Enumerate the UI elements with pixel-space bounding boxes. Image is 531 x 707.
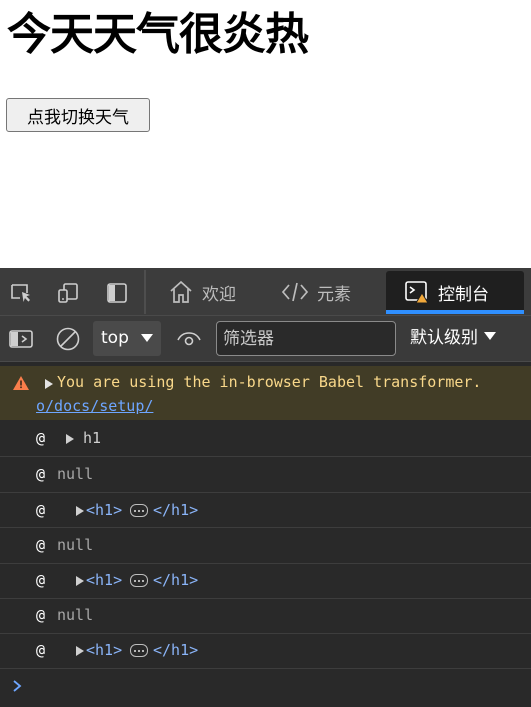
expand-triangle-icon[interactable] bbox=[45, 379, 53, 389]
show-sidebar-icon[interactable] bbox=[9, 327, 33, 351]
console-filter-input[interactable] bbox=[216, 321, 396, 356]
row-prefix: @ bbox=[36, 571, 46, 589]
console-row: @ null bbox=[0, 528, 531, 564]
tab-console[interactable]: 控制台 bbox=[386, 271, 524, 313]
tag-open: <h1> bbox=[86, 571, 123, 589]
row-prefix: @ bbox=[36, 465, 46, 483]
tag-close: </h1> bbox=[153, 641, 199, 659]
devtools-panel: 欢迎 元素 控制台 top 默认级别 bbox=[0, 268, 531, 707]
chevron-down-icon bbox=[141, 334, 153, 342]
tag-close: </h1> bbox=[153, 571, 199, 589]
chevron-down-icon bbox=[484, 332, 496, 340]
row-prefix: @ bbox=[36, 501, 46, 519]
expand-triangle-icon[interactable] bbox=[66, 434, 74, 444]
ellipsis-icon[interactable] bbox=[130, 574, 148, 587]
context-value: top bbox=[101, 328, 129, 348]
tag-open: <h1> bbox=[86, 501, 123, 519]
console-row[interactable]: @ <h1> </h1> bbox=[0, 633, 531, 669]
console-row[interactable]: @ <h1> </h1> bbox=[0, 493, 531, 528]
log-levels-label: 默认级别 bbox=[410, 328, 478, 348]
active-tab-indicator bbox=[386, 310, 524, 314]
home-icon bbox=[170, 280, 192, 303]
row-prefix: @ bbox=[36, 641, 46, 659]
context-selector[interactable]: top bbox=[93, 321, 161, 356]
row-prefix: @ bbox=[36, 429, 46, 447]
tab-separator bbox=[144, 270, 146, 314]
console-row: @ null bbox=[0, 457, 531, 493]
console-icon bbox=[405, 281, 429, 304]
console-prompt-icon[interactable] bbox=[12, 679, 24, 693]
clear-console-icon[interactable] bbox=[56, 327, 80, 351]
row-prefix: @ bbox=[36, 606, 46, 624]
expand-triangle-icon[interactable] bbox=[76, 576, 84, 586]
row-prefix: @ bbox=[36, 536, 46, 554]
tab-console-label: 控制台 bbox=[438, 284, 489, 305]
element-name: h1 bbox=[83, 429, 102, 447]
ellipsis-icon[interactable] bbox=[130, 644, 148, 657]
console-output: You are using the in-browser Babel trans… bbox=[0, 362, 531, 707]
toggle-weather-button[interactable]: 点我切换天气 bbox=[6, 98, 150, 132]
inspect-element-icon[interactable] bbox=[9, 281, 33, 305]
warning-link[interactable]: o/docs/setup/ bbox=[36, 397, 153, 415]
tag-open: <h1> bbox=[86, 641, 123, 659]
null-value: null bbox=[57, 536, 94, 554]
tag-close: </h1> bbox=[153, 501, 199, 519]
console-toolbar: top 默认级别 bbox=[0, 316, 531, 362]
tab-elements[interactable]: 元素 bbox=[281, 271, 351, 313]
devtools-tabbar: 欢迎 元素 控制台 bbox=[0, 268, 531, 316]
log-levels-dropdown[interactable]: 默认级别 bbox=[410, 321, 496, 356]
dock-sidebar-icon[interactable] bbox=[105, 281, 129, 305]
tab-elements-label: 元素 bbox=[317, 284, 351, 305]
warning-message: You are using the in-browser Babel trans… bbox=[57, 373, 482, 391]
null-value: null bbox=[57, 606, 94, 624]
console-row[interactable]: @ h1 bbox=[0, 421, 531, 457]
tab-welcome[interactable]: 欢迎 bbox=[168, 271, 236, 313]
expand-triangle-icon[interactable] bbox=[76, 506, 84, 516]
code-icon bbox=[281, 282, 309, 302]
null-value: null bbox=[57, 465, 94, 483]
tab-welcome-label: 欢迎 bbox=[202, 284, 236, 305]
ellipsis-icon[interactable] bbox=[130, 504, 148, 517]
expand-triangle-icon[interactable] bbox=[76, 646, 84, 656]
console-warning: You are using the in-browser Babel trans… bbox=[0, 366, 531, 420]
device-emulation-icon[interactable] bbox=[56, 281, 80, 305]
console-row: @ null bbox=[0, 598, 531, 634]
live-expression-eye-icon[interactable] bbox=[176, 327, 201, 351]
warning-icon bbox=[13, 376, 29, 390]
console-row[interactable]: @ <h1> </h1> bbox=[0, 563, 531, 599]
page-heading: 今天天气很炎热 bbox=[7, 9, 309, 60]
